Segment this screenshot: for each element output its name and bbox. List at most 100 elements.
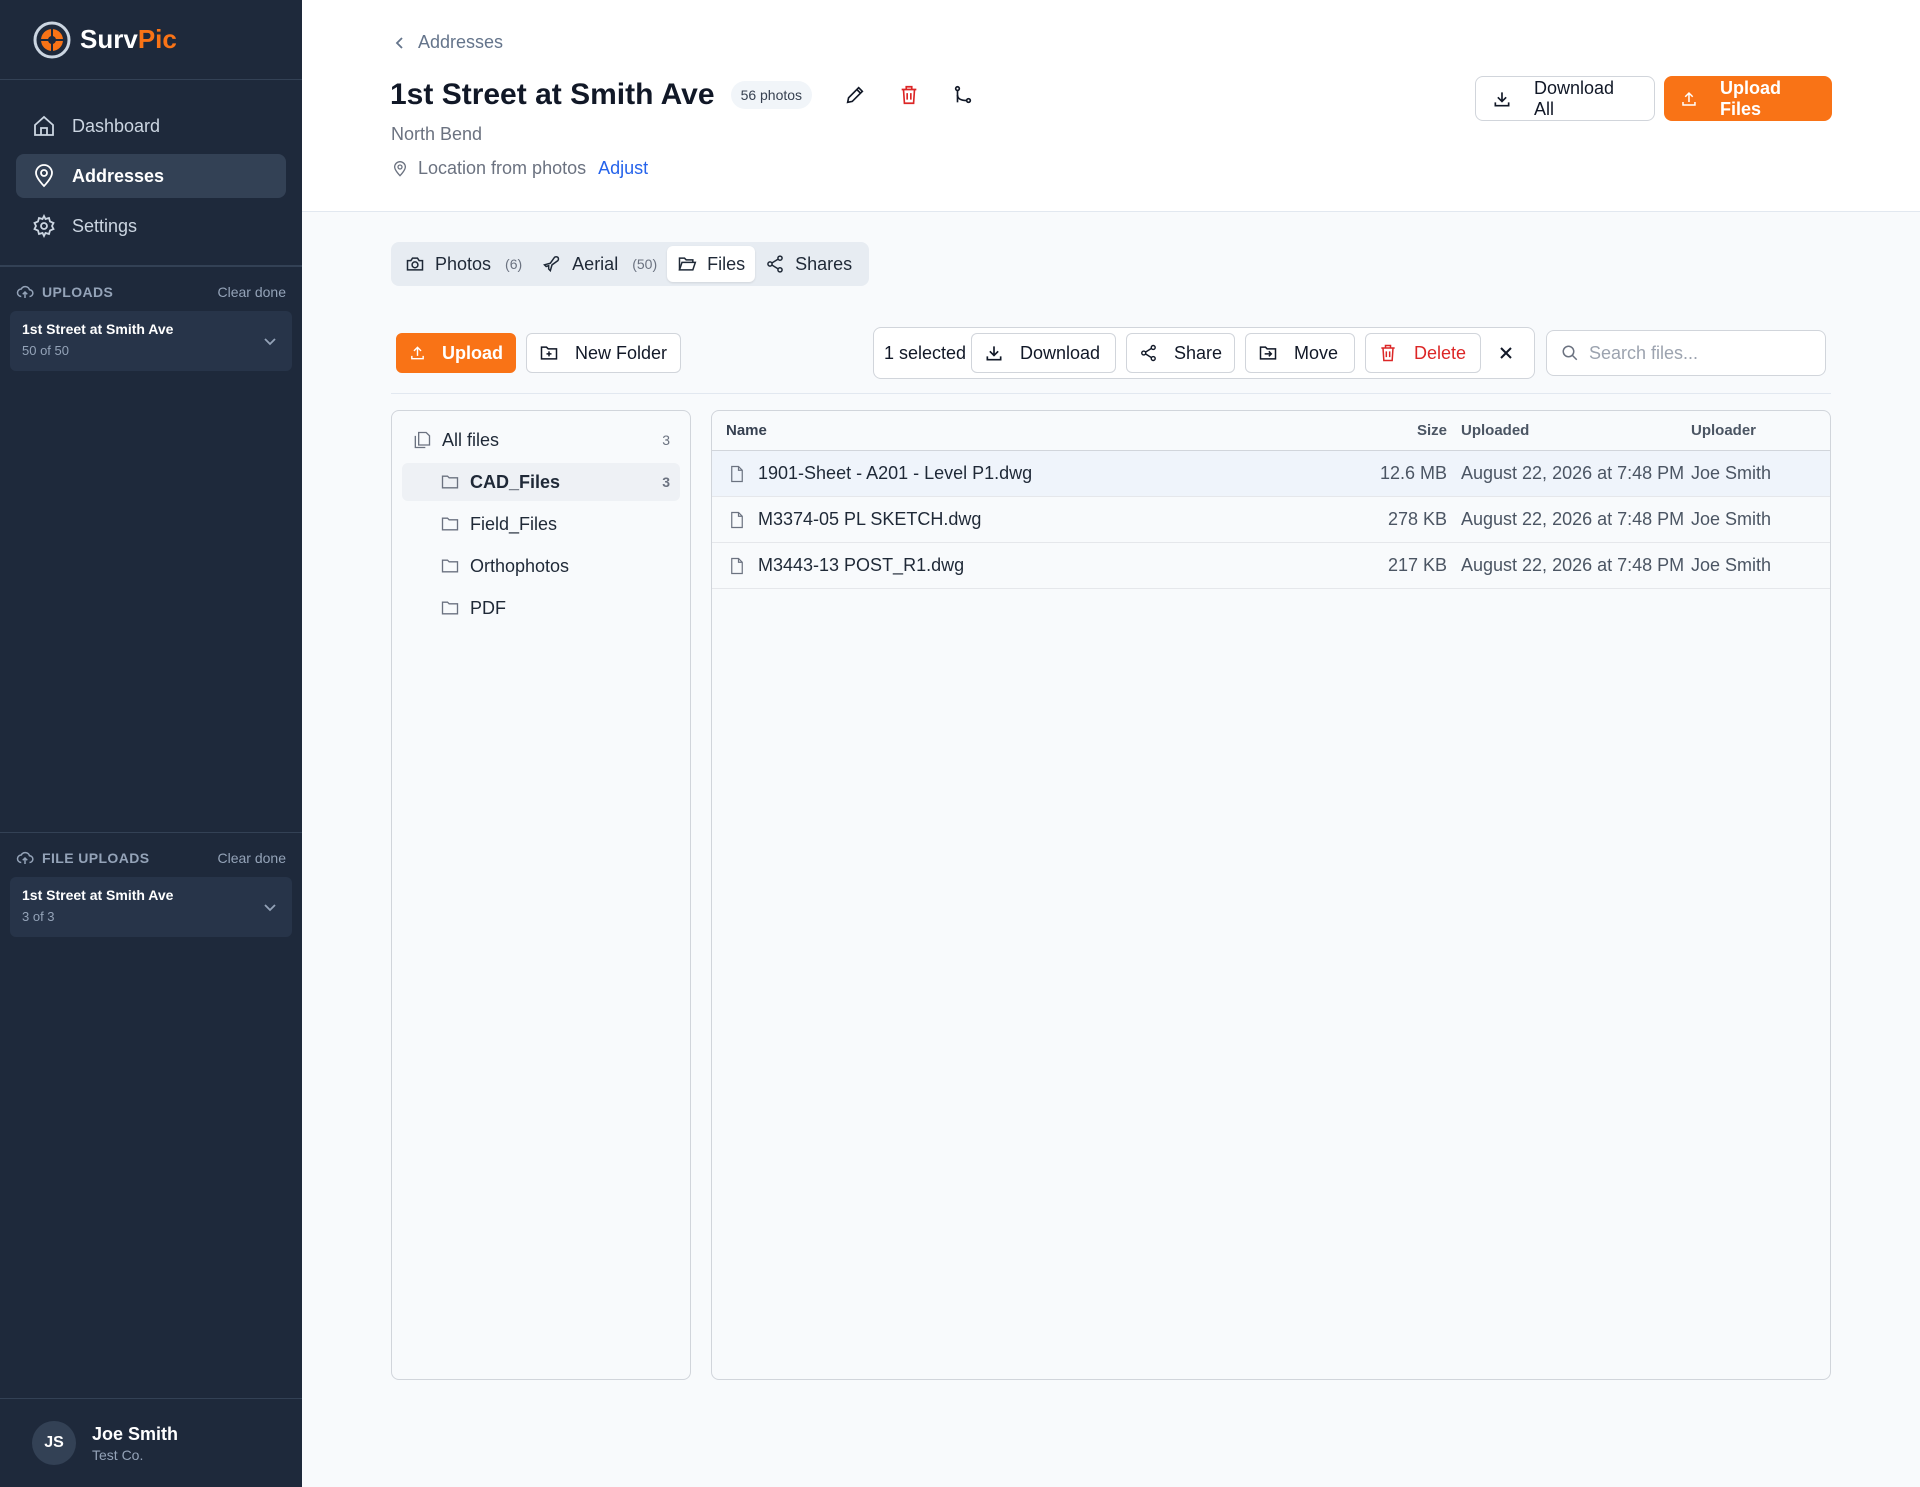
tree-item-cad-files[interactable]: CAD_Files 3: [402, 463, 680, 501]
file-icon: [731, 557, 743, 574]
location-row: Location from photos Adjust: [392, 158, 648, 179]
breadcrumb[interactable]: Addresses: [392, 32, 503, 53]
folder-icon: [441, 517, 459, 531]
tree-item-count: 3: [662, 432, 670, 448]
file-uploads-title: FILE UPLOADS: [42, 850, 150, 866]
selected-count: 1 selected: [884, 343, 967, 363]
brand[interactable]: SurvPic: [0, 0, 302, 80]
close-icon[interactable]: [1496, 343, 1516, 363]
nav-item-settings[interactable]: Settings: [16, 204, 286, 248]
table-row[interactable]: 1901-Sheet - A201 - Level P1.dwg 12.6 MB…: [712, 451, 1830, 497]
folder-move-icon: [1259, 346, 1277, 360]
delete-button[interactable]: Delete: [1365, 333, 1481, 373]
plane-icon: [543, 255, 560, 273]
home-icon: [34, 115, 54, 136]
user-profile[interactable]: JS Joe Smith Test Co.: [0, 1398, 302, 1487]
trash-icon[interactable]: [898, 84, 920, 106]
avatar: JS: [32, 1421, 76, 1465]
tab-label: Shares: [795, 253, 853, 274]
user-company: Test Co.: [92, 1446, 144, 1463]
map-pin-icon: [393, 160, 407, 177]
column-name-header[interactable]: Name: [712, 422, 1327, 439]
folder-plus-icon: [540, 346, 558, 360]
file-icon: [731, 465, 743, 482]
upload-item[interactable]: 1st Street at Smith Ave 50 of 50: [10, 311, 292, 371]
file-upload-item-name: 1st Street at Smith Ave: [22, 887, 174, 903]
file-name: 1901-Sheet - A201 - Level P1.dwg: [758, 463, 1033, 483]
file-icon: [731, 511, 743, 528]
nav-item-dashboard[interactable]: Dashboard: [16, 104, 286, 148]
download-button[interactable]: Download: [971, 333, 1116, 373]
pencil-icon[interactable]: [844, 84, 866, 106]
file-uploader: Joe Smith: [1691, 555, 1772, 575]
move-label: Move: [1294, 342, 1339, 363]
tab-count: (6): [505, 256, 523, 272]
upload-files-label: Upload Files: [1719, 77, 1781, 119]
camera-icon: [406, 257, 424, 271]
tree-item-label: All files: [442, 429, 500, 450]
tree-item-field-files[interactable]: Field_Files: [402, 505, 680, 543]
tab-label: Files: [707, 253, 746, 274]
uploads-clear-done-button[interactable]: Clear done: [218, 284, 287, 300]
file-uploads-clear-done-button[interactable]: Clear done: [218, 850, 287, 866]
upload-files-button[interactable]: Upload Files: [1664, 76, 1832, 121]
column-size-header[interactable]: Size: [1327, 422, 1447, 439]
brand-name: SurvPic: [80, 24, 177, 54]
download-all-label: Download All: [1533, 77, 1615, 119]
file-uploader: Joe Smith: [1691, 463, 1772, 483]
tab-files[interactable]: Files: [667, 246, 756, 282]
upload-item-name: 1st Street at Smith Ave: [22, 321, 174, 337]
file-uploads-panel: FILE UPLOADS Clear done 1st Street at Sm…: [0, 843, 302, 937]
tab-aerial[interactable]: Aerial (50): [532, 246, 667, 282]
search-input[interactable]: [1589, 342, 1819, 364]
folder-icon: [441, 475, 459, 489]
uploads-panel: UPLOADS Clear done 1st Street at Smith A…: [0, 277, 302, 371]
column-uploaded-header[interactable]: Uploaded: [1447, 422, 1687, 439]
share-icon: [1141, 344, 1156, 362]
table-row[interactable]: M3443-13 POST_R1.dwg 217 KB August 22, 2…: [712, 543, 1830, 589]
divider: [391, 393, 1831, 394]
folder-icon: [441, 559, 459, 573]
file-size: 217 KB: [1387, 555, 1447, 575]
tab-photos[interactable]: Photos (6): [395, 246, 532, 282]
file-name: M3374-05 PL SKETCH.dwg: [758, 509, 982, 529]
download-all-button[interactable]: Download All: [1475, 76, 1655, 121]
photo-count-badge: 56 photos: [730, 81, 813, 109]
user-name: Joe Smith: [92, 1423, 179, 1444]
page-title: 1st Street at Smith Ave: [390, 78, 715, 111]
download-icon: [1494, 91, 1510, 106]
column-uploader-header[interactable]: Uploader: [1687, 422, 1827, 439]
tree-item-count: 3: [662, 474, 670, 490]
merge-icon[interactable]: [952, 84, 974, 106]
upload-icon: [411, 346, 424, 360]
upload-button[interactable]: Upload: [396, 333, 516, 373]
nav-label: Settings: [72, 215, 138, 236]
nav-item-addresses[interactable]: Addresses: [16, 154, 286, 198]
share-button[interactable]: Share: [1126, 333, 1235, 373]
move-button[interactable]: Move: [1245, 333, 1355, 373]
file-table: Name Size Uploaded Uploader 1901-Sheet -…: [711, 410, 1831, 1380]
tree-item-orthophotos[interactable]: Orthophotos: [402, 547, 680, 585]
address-city: North Bend: [391, 124, 483, 144]
chevron-down-icon[interactable]: [262, 899, 278, 915]
folder-open-icon: [678, 257, 697, 271]
tab-shares[interactable]: Shares: [755, 246, 862, 282]
search-files-field[interactable]: [1546, 330, 1826, 376]
adjust-location-link[interactable]: Adjust: [598, 158, 648, 179]
tree-item-label: PDF: [470, 597, 506, 618]
chevron-down-icon[interactable]: [262, 333, 278, 349]
download-icon: [986, 346, 1002, 361]
new-folder-button[interactable]: New Folder: [526, 333, 681, 373]
file-upload-item[interactable]: 1st Street at Smith Ave 3 of 3: [10, 877, 292, 937]
table-header: Name Size Uploaded Uploader: [712, 411, 1830, 451]
table-row[interactable]: M3374-05 PL SKETCH.dwg 278 KB August 22,…: [712, 497, 1830, 543]
download-label: Download: [1020, 342, 1101, 363]
tree-item-label: Orthophotos: [470, 555, 570, 576]
new-folder-label: New Folder: [575, 342, 668, 363]
tab-label: Photos: [435, 253, 492, 274]
gear-icon: [33, 214, 55, 238]
main-nav: Dashboard Addresses Settings: [0, 80, 302, 266]
tree-item-all-files[interactable]: All files 3: [402, 421, 680, 459]
title-row: 1st Street at Smith Ave 56 photos: [390, 78, 974, 112]
tree-item-pdf[interactable]: PDF: [402, 589, 680, 627]
